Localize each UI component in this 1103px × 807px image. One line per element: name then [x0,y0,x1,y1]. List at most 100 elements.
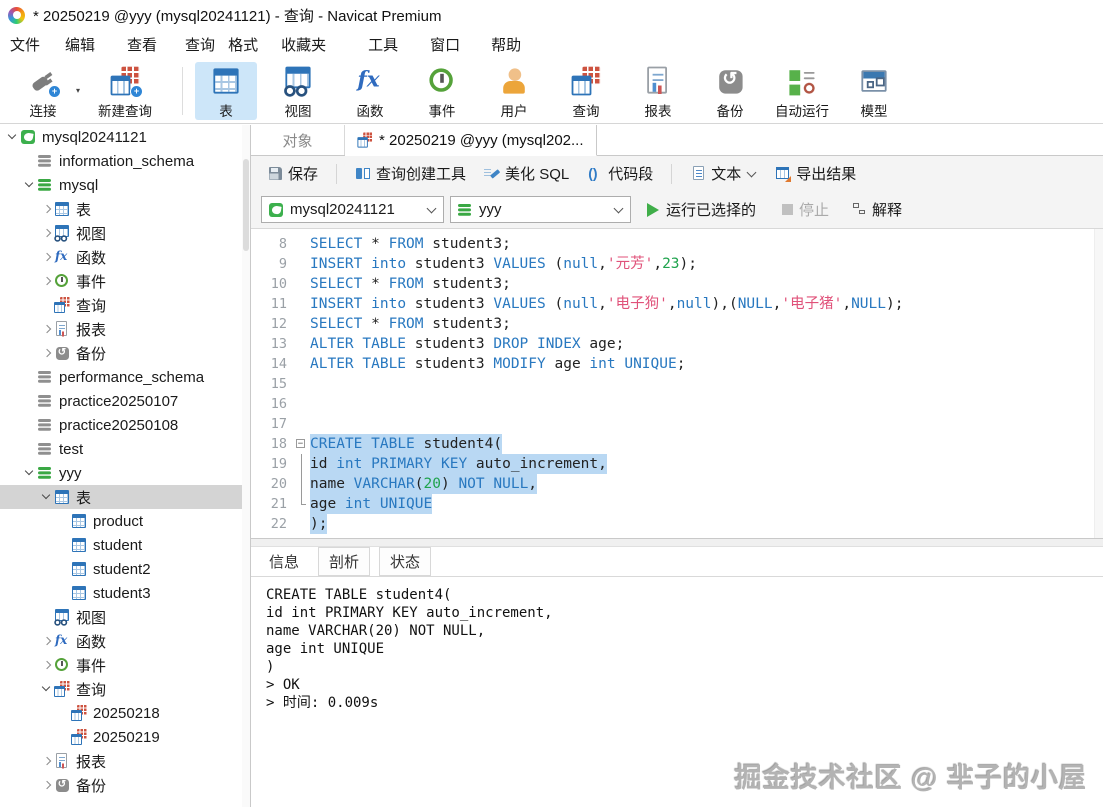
reports-folder-icon [54,753,70,769]
views-folder-icon [54,609,70,626]
menu-item-格式[interactable]: 格式 [228,34,258,55]
toolbar-报表[interactable]: 报表 [627,62,689,120]
beautify-sql-button[interactable]: 美化 SQL [478,160,575,187]
tree-down-arrow-icon[interactable] [23,178,37,192]
tree-item-student3[interactable]: student3 [0,581,250,605]
tree-item-表[interactable]: 表 [0,485,250,509]
tree-item-事件[interactable]: 事件 [0,653,250,677]
tree-right-arrow-icon[interactable] [40,250,54,264]
tree-item-information_schema[interactable]: information_schema [0,149,250,173]
tree-down-arrow-icon[interactable] [6,130,20,144]
menu-item-编辑[interactable]: 编辑 [65,34,95,55]
toolbar-自动运行[interactable]: 自动运行 [771,62,833,120]
code-snippet-button[interactable]: 代码段 [581,160,659,187]
tree-item-查询[interactable]: 查询 [0,293,250,317]
result-tab-状态[interactable]: 状态 [379,547,432,576]
tree-down-arrow-icon[interactable] [40,682,54,696]
menu-item-查看[interactable]: 查看 [127,34,157,55]
menu-item-文件[interactable]: 文件 [10,34,40,55]
tree-right-arrow-icon[interactable] [40,778,54,792]
tree-item-视图[interactable]: 视图 [0,221,250,245]
tree-item-label: 备份 [76,777,107,795]
code-line-11: 11 INSERT into student3 VALUES (null,'电子狗… [251,294,1103,314]
tree-item-yyy[interactable]: yyy [0,461,250,485]
tree-item-product[interactable]: product [0,509,250,533]
toolbar-新建查询[interactable]: + 新建查询 [82,62,168,120]
output-line: > 时间: 0.009s [266,695,379,711]
tree-right-arrow-icon[interactable] [40,346,54,360]
tree-item-表[interactable]: 表 [0,197,250,221]
tree-item-报表[interactable]: 报表 [0,749,250,773]
tree-item-视图[interactable]: 视图 [0,605,250,629]
tree-item-performance_schema[interactable]: performance_schema [0,365,250,389]
result-tab-信息[interactable]: 信息 [259,548,309,575]
tree-item-practice20250107[interactable]: practice20250107 [0,389,250,413]
tree-item-mysql20241121[interactable]: mysql20241121 [0,125,250,149]
fold-marker-icon[interactable] [294,434,310,454]
tree-item-备份[interactable]: 备份 [0,773,250,797]
tree-right-arrow-icon[interactable] [40,322,54,336]
tree-right-arrow-icon[interactable] [40,202,54,216]
connection-select[interactable]: mysql20241121 [261,196,444,223]
tree-item-mysql[interactable]: mysql [0,173,250,197]
tree-item-查询[interactable]: 查询 [0,677,250,701]
toolbar-模型[interactable]: 模型 [843,62,905,120]
tree-right-arrow-icon[interactable] [40,634,54,648]
save-button[interactable]: 保存 [261,160,324,187]
tree-down-arrow-icon[interactable] [40,490,54,504]
tree-item-函数[interactable]: 函数 [0,245,250,269]
tree-item-备份[interactable]: 备份 [0,341,250,365]
query-toolbar: 保存 查询创建工具 美化 SQL 代码段 文本 导出结果 [251,156,1103,191]
query-builder-button[interactable]: 查询创建工具 [349,160,472,187]
sql-editor[interactable]: 8 SELECT * FROM student3; 9 INSERT into stu… [251,229,1103,538]
menu-item-收藏夹[interactable]: 收藏夹 [281,34,326,55]
explain-button[interactable]: 解释 [851,199,902,220]
tree-item-事件[interactable]: 事件 [0,269,250,293]
tree-item-student2[interactable]: student2 [0,557,250,581]
database-select[interactable]: yyy [450,196,631,223]
run-selected-label[interactable]: 运行已选择的 [666,199,756,220]
tab-query-active[interactable]: * 20250219 @yyy (mysql202... [345,125,597,156]
tree-right-arrow-icon[interactable] [40,274,54,288]
tab-objects[interactable]: 对象 [251,125,345,155]
menu-item-窗口[interactable]: 窗口 [430,34,460,55]
tree-arrow-spacer [57,586,71,600]
menu-item-工具[interactable]: 工具 [368,34,398,55]
tree-item-practice20250108[interactable]: practice20250108 [0,413,250,437]
tree-down-arrow-icon[interactable] [23,466,37,480]
sql-editor-lines: 8 SELECT * FROM student3; 9 INSERT into stu… [251,234,1103,534]
tree-right-arrow-icon[interactable] [40,226,54,240]
tree-item-报表[interactable]: 报表 [0,317,250,341]
toolbar-查询[interactable]: 查询 [555,62,617,120]
toolbar-备份[interactable]: 备份 [699,62,761,120]
toolbar-事件[interactable]: 事件 [411,62,473,120]
editor-scrollbar[interactable] [1094,229,1103,538]
toolbar-函数[interactable]: 函数 [339,62,401,120]
code-line-15: 15 [251,374,1103,394]
export-result-button[interactable]: 导出结果 [769,160,862,187]
sidebar-scrollbar[interactable] [242,125,250,807]
code-line-12: 12 SELECT * FROM student3; [251,314,1103,334]
toolbar-表[interactable]: 表 [195,61,257,120]
menu-item-查询[interactable]: 查询 [185,34,215,55]
menu-item-帮助[interactable]: 帮助 [491,34,521,55]
tree-item-student[interactable]: student [0,533,250,557]
tree-right-arrow-icon[interactable] [40,658,54,672]
tree-item-20250218[interactable]: 20250218 [0,701,250,725]
database-green-icon [457,202,473,218]
text-view-button[interactable]: 文本 [684,160,763,187]
splitter-handle[interactable] [251,538,1103,547]
line-number: 18 [270,436,287,452]
run-selected-icon[interactable] [647,202,659,217]
tree-item-20250219[interactable]: 20250219 [0,725,250,749]
toolbar-用户[interactable]: 用户 [483,62,545,120]
explain-icon [851,202,867,218]
tree-item-test[interactable]: test [0,437,250,461]
code-text: CREATE TABLE student4( [310,434,503,454]
toolbar-连接[interactable]: + ▾ 连接 [14,62,80,120]
tree-arrow-spacer [40,610,54,624]
result-tab-剖析[interactable]: 剖析 [318,547,371,576]
toolbar-视图[interactable]: 视图 [267,62,329,120]
tree-item-函数[interactable]: 函数 [0,629,250,653]
tree-right-arrow-icon[interactable] [40,754,54,768]
